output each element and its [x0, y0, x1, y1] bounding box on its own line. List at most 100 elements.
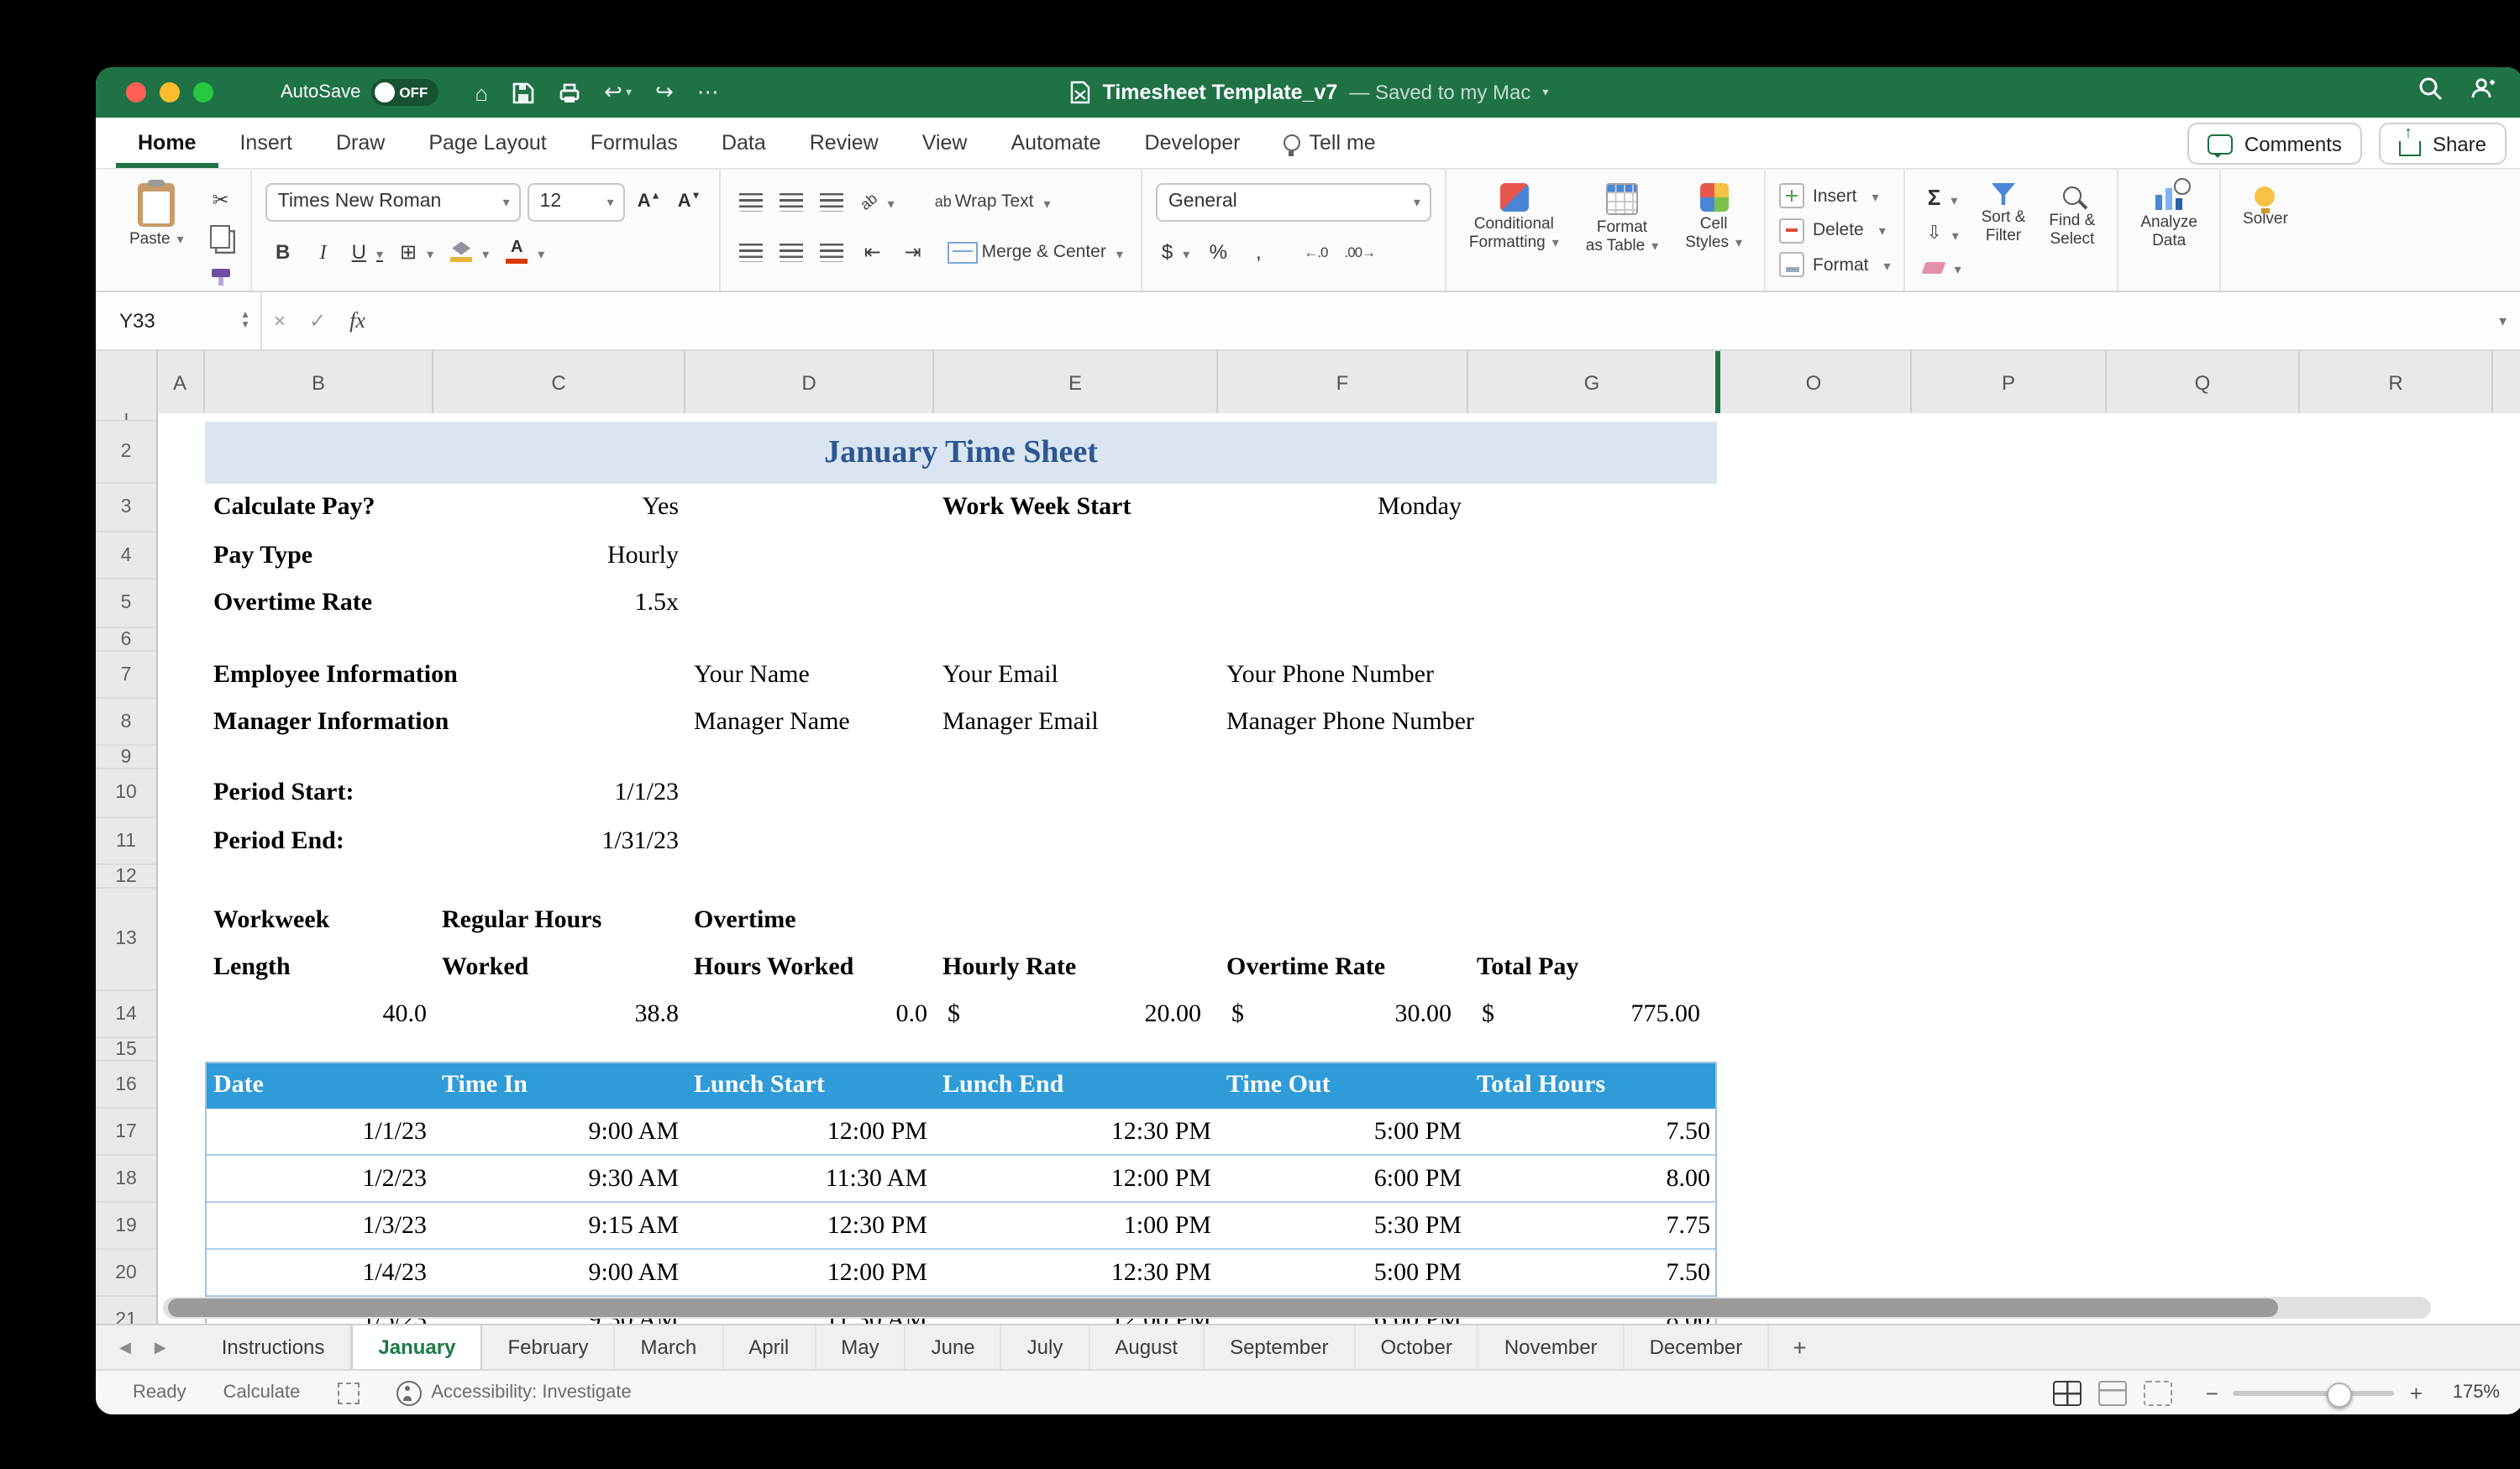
sheet-tab-june[interactable]: June — [906, 1325, 1002, 1369]
align-center-button[interactable] — [775, 234, 809, 270]
column-header-F[interactable]: F — [1218, 351, 1468, 413]
cell-F16[interactable]: Time Out — [1218, 1062, 1468, 1109]
normal-view-icon[interactable] — [2052, 1380, 2082, 1405]
sheet-tab-january[interactable]: January — [351, 1325, 483, 1369]
insert-function-button[interactable]: fx — [338, 307, 377, 334]
format-as-table-button[interactable]: Format as Table — [1578, 181, 1667, 284]
cell-G19[interactable]: 7.75 — [1468, 1203, 1717, 1250]
share-button[interactable]: Share — [2378, 123, 2507, 165]
decrease-indent-button[interactable]: ⇤ — [856, 234, 890, 270]
cell-E13[interactable]: Hourly Rate — [934, 889, 1218, 991]
cell-B14[interactable]: 40.0 — [205, 991, 433, 1038]
name-box-stepper[interactable]: ▲ ▼ — [240, 311, 250, 331]
cell-E14[interactable]: $20.00 — [934, 991, 1218, 1038]
column-header-O[interactable]: O — [1717, 351, 1912, 413]
undo-icon[interactable]: ↩ ▾ — [604, 79, 632, 106]
name-box[interactable]: Y33 ▲ ▼ — [96, 292, 262, 349]
increase-indent-button[interactable]: ⇥ — [896, 234, 930, 270]
page-break-view-icon[interactable] — [2143, 1380, 2172, 1405]
column-header-G[interactable]: G — [1468, 351, 1717, 413]
row-header-12[interactable]: 12 — [96, 865, 156, 889]
paste-button[interactable]: Paste — [119, 180, 194, 252]
row-header-18[interactable]: 18 — [96, 1156, 156, 1203]
cell-G13[interactable]: Total Pay — [1468, 889, 1717, 991]
sheet-tab-instructions[interactable]: Instructions — [197, 1325, 352, 1369]
row-header-7[interactable]: 7 — [96, 652, 156, 699]
row-header-16[interactable]: 16 — [96, 1062, 156, 1109]
save-icon[interactable] — [512, 81, 533, 103]
shrink-font-button[interactable]: A▼ — [673, 184, 706, 219]
cell-B7[interactable]: Employee Information — [205, 652, 458, 699]
fill-color-button[interactable] — [445, 234, 494, 270]
row-header-11[interactable]: 11 — [96, 818, 156, 865]
align-middle-button[interactable] — [775, 184, 809, 219]
insert-cells-button[interactable]: Insert — [1779, 180, 1891, 212]
cell-F19[interactable]: 5:30 PM — [1218, 1203, 1468, 1250]
cell-C5[interactable]: 1.5x — [433, 580, 685, 628]
format-painter-button[interactable] — [204, 255, 238, 291]
cell-B3[interactable]: Calculate Pay? — [205, 484, 433, 533]
selection-mode-icon[interactable] — [337, 1382, 360, 1403]
cut-button[interactable]: ✂ — [204, 181, 238, 217]
cell-E3[interactable]: Work Week Start — [934, 484, 1218, 533]
cell-C14[interactable]: 38.8 — [433, 991, 685, 1038]
cell-E20[interactable]: 12:30 PM — [934, 1250, 1218, 1297]
cell-D20[interactable]: 12:00 PM — [685, 1250, 934, 1297]
ribbon-tab-formulas[interactable]: Formulas — [569, 118, 700, 168]
cell-D18[interactable]: 11:30 AM — [685, 1156, 934, 1203]
column-header-P[interactable]: P — [1912, 351, 2107, 413]
column-header-C[interactable]: C — [433, 351, 685, 413]
cell-C18[interactable]: 9:30 AM — [433, 1156, 685, 1203]
copy-button[interactable] — [204, 218, 238, 254]
align-bottom-button[interactable] — [816, 184, 849, 219]
ribbon-tab-tell-me[interactable]: Tell me — [1263, 118, 1398, 168]
font-size-select[interactable]: 12 — [528, 182, 626, 221]
row-header-15[interactable]: 15 — [96, 1038, 156, 1062]
horizontal-scrollbar[interactable] — [163, 1297, 2431, 1319]
increase-decimal-button[interactable]: ←.0 — [1299, 234, 1332, 270]
zoom-slider[interactable] — [2233, 1382, 2395, 1407]
percent-format-button[interactable]: % — [1201, 234, 1235, 270]
row-header-17[interactable]: 17 — [96, 1109, 156, 1156]
cell-D8[interactable]: Manager Name — [685, 699, 934, 746]
cell-B10[interactable]: Period Start: — [205, 769, 433, 818]
cell-styles-button[interactable]: Cell Styles — [1677, 181, 1751, 284]
cell-F13[interactable]: Overtime Rate — [1218, 889, 1468, 991]
zoom-in-icon[interactable]: + — [2410, 1380, 2423, 1405]
cell-G18[interactable]: 8.00 — [1468, 1156, 1717, 1203]
cell-C11[interactable]: 1/31/23 — [433, 818, 685, 865]
bold-button[interactable]: B — [266, 234, 300, 270]
sheet-tab-september[interactable]: September — [1205, 1325, 1356, 1369]
status-calculate[interactable]: Calculate — [223, 1382, 301, 1403]
cell-C20[interactable]: 9:00 AM — [433, 1250, 685, 1297]
merge-center-button[interactable]: Merge & Center — [943, 234, 1128, 270]
horizontal-scrollbar-thumb[interactable] — [168, 1298, 2277, 1317]
row-header-3[interactable]: 3 — [96, 484, 156, 533]
solver-button[interactable]: Solver — [2234, 181, 2297, 231]
cell-F20[interactable]: 5:00 PM — [1218, 1250, 1468, 1297]
autosave-toggle[interactable]: OFF — [370, 79, 438, 106]
cell-B19[interactable]: 1/3/23 — [205, 1203, 433, 1250]
cell-B8[interactable]: Manager Information — [205, 699, 449, 746]
close-button[interactable] — [126, 82, 146, 102]
cell-C13[interactable]: Regular Hours Worked — [433, 889, 685, 991]
home-icon[interactable]: ⌂ — [475, 80, 488, 105]
orientation-button[interactable]: ab — [856, 184, 900, 219]
cell-D7[interactable]: Your Name — [685, 652, 934, 699]
row-header-21[interactable]: 21 — [96, 1297, 156, 1324]
cell-B16[interactable]: Date — [205, 1062, 433, 1109]
add-sheet-button[interactable]: + — [1769, 1334, 1830, 1361]
row-header-1[interactable]: 1 — [96, 413, 156, 422]
page-layout-view-icon[interactable] — [2097, 1380, 2127, 1405]
cell-C3[interactable]: Yes — [433, 484, 685, 533]
cell-C16[interactable]: Time In — [433, 1062, 685, 1109]
cell-E17[interactable]: 12:30 PM — [934, 1109, 1218, 1156]
autosum-button[interactable]: Σ — [1919, 181, 1966, 214]
ribbon-tab-draw[interactable]: Draw — [314, 118, 407, 168]
row-header-2[interactable]: 2 — [96, 422, 156, 484]
sheet-tab-november[interactable]: November — [1479, 1325, 1625, 1369]
cell-G17[interactable]: 7.50 — [1468, 1109, 1717, 1156]
cell-E8[interactable]: Manager Email — [934, 699, 1218, 746]
cell-D16[interactable]: Lunch Start — [685, 1062, 934, 1109]
column-header-B[interactable]: B — [205, 351, 433, 413]
